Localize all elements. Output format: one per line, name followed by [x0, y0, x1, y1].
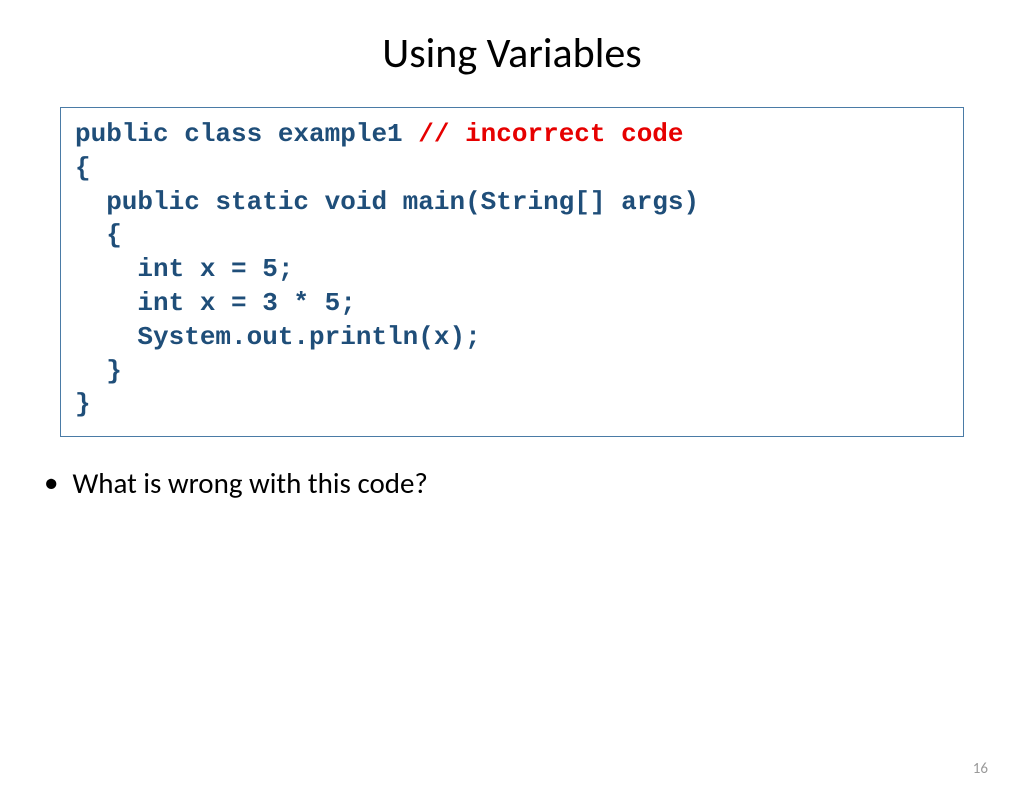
- code-line-6: int x = 3 * 5;: [75, 288, 356, 318]
- code-block: public class example1 // incorrect code …: [60, 107, 964, 437]
- code-line-1a: public class example1: [75, 119, 418, 149]
- bullet-text: What is wrong with this code?: [72, 465, 427, 501]
- code-line-9: }: [75, 389, 91, 419]
- code-line-8: }: [75, 356, 122, 386]
- bullet-list: • What is wrong with this code?: [44, 465, 1024, 501]
- slide-title: Using Variables: [0, 28, 1024, 79]
- code-line-1b-comment: // incorrect code: [418, 119, 683, 149]
- code-line-7: System.out.println(x);: [75, 322, 481, 352]
- code-line-5: int x = 5;: [75, 254, 293, 284]
- bullet-item: • What is wrong with this code?: [44, 465, 1024, 501]
- code-line-4: {: [75, 220, 122, 250]
- bullet-marker: •: [44, 465, 58, 500]
- code-line-3: public static void main(String[] args): [75, 187, 699, 217]
- page-number: 16: [973, 760, 988, 778]
- code-line-2: {: [75, 153, 91, 183]
